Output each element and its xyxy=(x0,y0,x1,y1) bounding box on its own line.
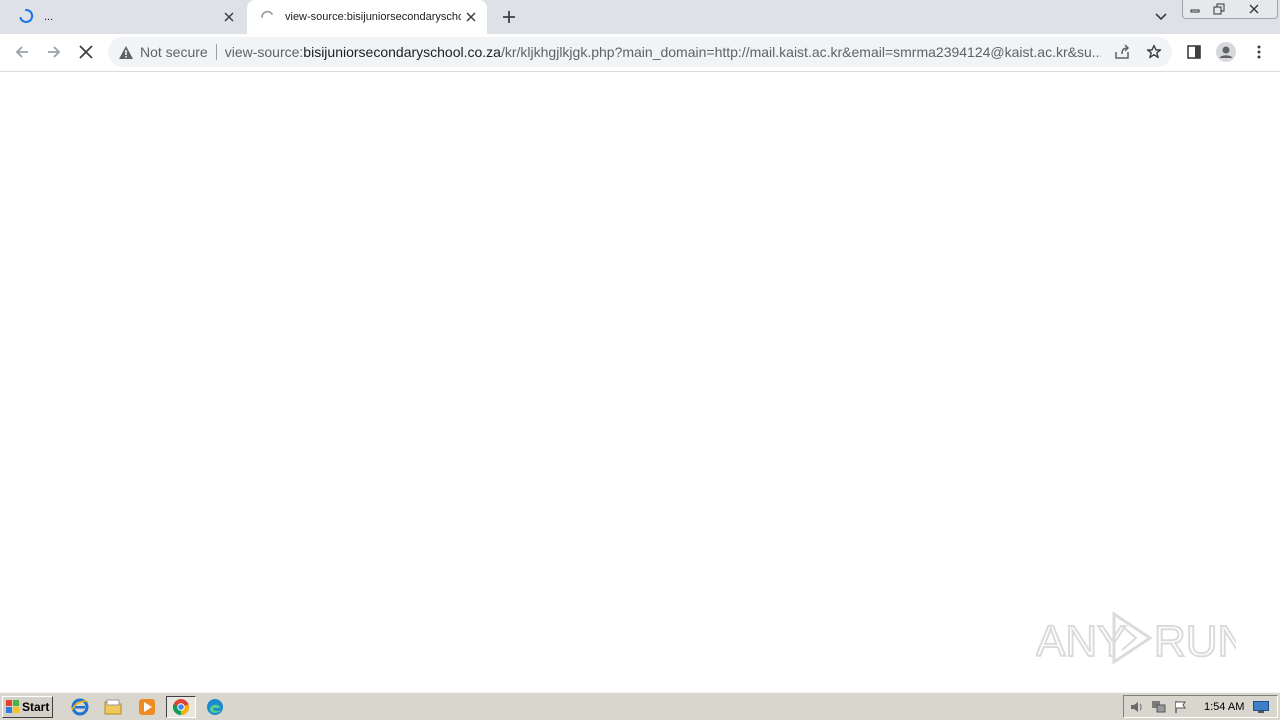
speaker-icon[interactable] xyxy=(1126,698,1148,716)
tab-view-source[interactable]: view-source:bisijuniorsecondaryschool.co… xyxy=(247,0,487,34)
url-text[interactable]: view-source:bisijuniorsecondaryschool.co… xyxy=(225,44,1101,60)
tab-title: view-source:bisijuniorsecondaryschool.co… xyxy=(285,11,461,23)
windows-flag-icon xyxy=(6,700,20,714)
taskbar: Start 1:54 AM xyxy=(0,692,1280,720)
action-center-flag-icon[interactable] xyxy=(1170,698,1192,716)
tab-loading-1[interactable]: ... xyxy=(0,0,245,34)
restore-icon[interactable] xyxy=(1207,0,1231,17)
url-prefix: view-source: xyxy=(224,44,304,60)
bookmark-star-icon[interactable] xyxy=(1143,41,1165,63)
network-icon[interactable] xyxy=(1148,698,1170,716)
start-label: Start xyxy=(22,700,50,714)
clock[interactable]: 1:54 AM xyxy=(1204,701,1244,713)
file-explorer-icon[interactable] xyxy=(101,696,125,718)
chrome-icon[interactable] xyxy=(166,696,196,718)
watermark-text-right: RUN xyxy=(1154,617,1236,666)
system-tray: 1:54 AM xyxy=(1123,695,1278,718)
media-player-icon[interactable] xyxy=(135,696,159,718)
anyrun-watermark: ANY RUN xyxy=(1035,606,1250,670)
tab-search-chevron-down-icon[interactable] xyxy=(1150,6,1172,28)
edge-icon[interactable] xyxy=(203,696,227,718)
tab-close-icon[interactable] xyxy=(219,7,239,27)
address-bar[interactable]: Not secure view-source:bisijuniorseconda… xyxy=(108,37,1172,67)
divider xyxy=(215,44,217,60)
browser-toolbar: Not secure view-source:bisijuniorseconda… xyxy=(0,34,1280,72)
window-controls xyxy=(1182,0,1278,19)
window-close-icon[interactable] xyxy=(1231,0,1277,17)
url-path: /kr/kljkhgjlkjgk.php?main_domain=http://… xyxy=(500,44,1101,60)
profile-avatar-icon[interactable] xyxy=(1211,37,1241,67)
tab-title: ... xyxy=(44,11,54,23)
url-host: bisijuniorsecondaryschool.co.za xyxy=(303,44,501,60)
tab-close-icon[interactable] xyxy=(461,7,481,27)
loading-spinner-icon xyxy=(259,8,275,27)
internet-explorer-icon[interactable] xyxy=(68,696,92,718)
kebab-menu-icon[interactable] xyxy=(1244,37,1274,67)
forward-arrow-icon[interactable] xyxy=(39,37,69,67)
not-secure-label[interactable]: Not secure xyxy=(140,44,208,60)
back-arrow-icon[interactable] xyxy=(7,37,37,67)
share-icon[interactable] xyxy=(1111,41,1133,63)
side-panel-icon[interactable] xyxy=(1179,37,1209,67)
loading-spinner-icon xyxy=(18,8,34,27)
new-tab-plus-icon[interactable] xyxy=(498,6,520,28)
stop-loading-icon[interactable] xyxy=(71,37,101,67)
tab-strip: ... view-source:bisijuniorsecondaryschoo… xyxy=(0,0,1280,34)
minimize-icon[interactable] xyxy=(1183,0,1207,17)
warning-triangle-icon[interactable] xyxy=(118,44,134,60)
start-button[interactable]: Start xyxy=(2,696,53,718)
show-desktop-icon[interactable] xyxy=(1250,698,1272,716)
